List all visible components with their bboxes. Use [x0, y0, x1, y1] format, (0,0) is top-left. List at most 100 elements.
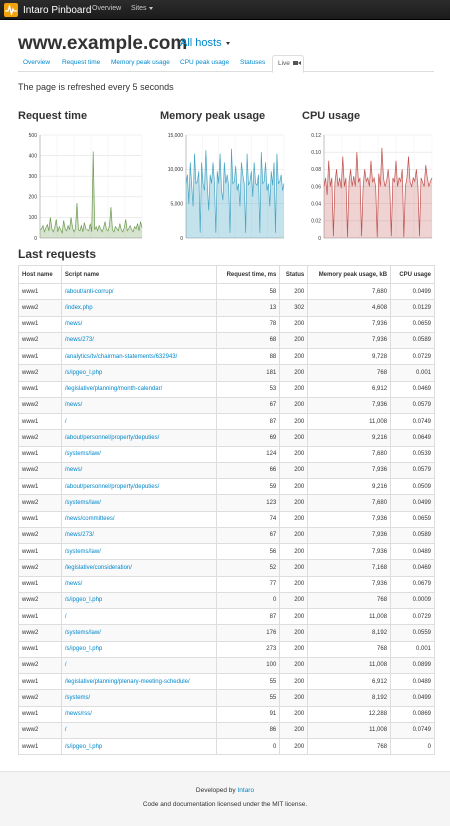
script-link[interactable]: /legislative/planning/plenary-meeting-sc…	[65, 679, 190, 685]
cell-cpu: 0.0869	[390, 705, 435, 723]
script-link[interactable]: /analytics/tv/chairman-statements/632943…	[65, 354, 177, 360]
nav-sites-dropdown[interactable]: Sites	[131, 5, 153, 12]
script-link[interactable]: /	[65, 419, 67, 425]
cell-status: 200	[279, 721, 309, 740]
table-row: www2/ 100 200 11,008 0.0899	[18, 656, 435, 675]
script-link[interactable]: /news/rss/	[65, 711, 92, 717]
cell-host: www1	[18, 705, 62, 723]
script-link[interactable]: /systems/law/	[65, 451, 101, 457]
cell-memory: 7,936	[307, 510, 392, 528]
cell-script: /news/	[60, 315, 218, 333]
footer-credit: Developed by Intaro	[0, 787, 450, 794]
script-link[interactable]: /systems/law/	[65, 630, 101, 636]
cell-status: 200	[279, 689, 309, 707]
script-link[interactable]: /legislative/consideration/	[65, 565, 132, 571]
tab-overview[interactable]: Overview	[18, 55, 55, 72]
nav-overview-link[interactable]: Overview	[92, 5, 121, 12]
cell-memory: 7,936	[307, 575, 392, 593]
cell-memory: 4,608	[307, 299, 392, 317]
cell-status: 200	[279, 607, 309, 626]
all-hosts-dropdown[interactable]: All hosts	[180, 37, 230, 49]
script-link[interactable]: /about/personnel/property/deputies/	[65, 435, 159, 441]
tab-request-time[interactable]: Request time	[57, 55, 105, 72]
table-row: www2/news/273/67 200 7,936 0.0589	[18, 526, 435, 545]
cell-status: 200	[279, 656, 309, 675]
cell-host: www2	[18, 494, 62, 512]
brand-link[interactable]: Intaro Pinboard	[4, 2, 91, 18]
script-link[interactable]: /index.php	[65, 305, 93, 311]
script-link[interactable]: /systems/law/	[65, 500, 101, 506]
y-tick-label: 0.06	[311, 184, 321, 190]
cell-script: /systems/law/	[60, 624, 218, 642]
cell-host: www2	[18, 429, 62, 447]
script-link[interactable]: /legislative/planning/month-calendar/	[65, 386, 162, 392]
y-tick-label: 400	[29, 153, 38, 159]
cell-memory: 7,936	[307, 526, 392, 545]
script-link[interactable]: /news/	[65, 321, 82, 327]
tab-statuses[interactable]: Statuses	[235, 55, 270, 72]
cell-status: 200	[279, 477, 309, 496]
tab-live[interactable]: Live	[272, 55, 304, 73]
cell-status: 200	[279, 429, 309, 447]
script-link[interactable]: /systems/	[65, 695, 90, 701]
cell-memory: 6,912	[307, 672, 392, 691]
y-tick-label: 200	[29, 195, 38, 201]
cell-script: /	[60, 412, 218, 431]
script-link[interactable]: /	[65, 614, 67, 620]
script-link[interactable]: /news/273/	[65, 337, 94, 343]
script-link[interactable]: /s/ipgeo_l.php	[65, 646, 102, 652]
script-link[interactable]: /news/	[65, 402, 82, 408]
cell-request-time: 74	[216, 510, 281, 528]
y-tick-label: 0.08	[311, 167, 321, 173]
y-tick-label: 5,000	[170, 201, 183, 207]
top-navbar: Intaro Pinboard Overview Sites	[0, 0, 450, 20]
tab-memory-peak-usage[interactable]: Memory peak usage	[106, 55, 175, 72]
last-requests-title: Last requests	[18, 247, 97, 261]
cell-script: /index.php	[60, 299, 218, 317]
script-link[interactable]: /about/anti-corrup/	[65, 289, 114, 295]
cell-memory: 768	[307, 591, 392, 610]
cell-cpu: 0.001	[390, 364, 435, 382]
cell-cpu: 0.0659	[390, 510, 435, 528]
script-link[interactable]: /s/ipgeo_l.php	[65, 597, 102, 603]
tab-cpu-peak-usage[interactable]: CPU peak usage	[175, 55, 234, 72]
cell-memory: 7,168	[307, 559, 392, 577]
footer: Developed by Intaro Code and documentati…	[0, 771, 450, 826]
script-link[interactable]: /news/	[65, 581, 82, 587]
cell-memory: 768	[307, 640, 392, 658]
script-link[interactable]: /systems/law/	[65, 549, 101, 555]
footer-developer-link[interactable]: Intaro	[237, 787, 254, 794]
cell-memory: 11,008	[307, 721, 392, 740]
cell-cpu: 0.0539	[390, 445, 435, 463]
table-row: www1/news/78 200 7,936 0.0659	[18, 315, 435, 333]
cell-script: /news/	[60, 396, 218, 415]
cell-memory: 9,216	[307, 429, 392, 447]
script-link[interactable]: /s/ipgeo_l.php	[65, 370, 102, 376]
cell-request-time: 176	[216, 624, 281, 642]
y-tick-label: 500	[29, 133, 38, 139]
table-row: www1/about/anti-corrup/58 200 7,680 0.0499	[18, 282, 435, 301]
cell-cpu: 0.001	[390, 640, 435, 658]
cell-cpu: 0.0649	[390, 429, 435, 447]
script-link[interactable]: /s/ipgeo_l.php	[65, 744, 102, 750]
script-link[interactable]: /news/	[65, 467, 82, 473]
refresh-note: The page is refreshed every 5 seconds	[18, 82, 174, 92]
y-tick-label: 0.02	[311, 219, 321, 225]
script-link[interactable]: /news/committees/	[65, 516, 115, 522]
script-link[interactable]: /news/273/	[65, 532, 94, 538]
cell-cpu: 0.0729	[390, 347, 435, 366]
table-row: www2/systems/law/123 200 7,680 0.0499	[18, 494, 435, 512]
script-link[interactable]: /	[65, 727, 67, 733]
table-row: www1/analytics/tv/chairman-statements/63…	[18, 347, 435, 366]
cell-request-time: 273	[216, 640, 281, 658]
cell-request-time: 59	[216, 477, 281, 496]
chevron-down-icon	[225, 41, 230, 45]
script-link[interactable]: /	[65, 662, 67, 668]
cell-script: /news/273/	[60, 331, 218, 350]
script-link[interactable]: /about/personnel/property/deputies/	[65, 484, 159, 490]
cell-memory: 11,008	[307, 607, 392, 626]
cell-memory: 6,912	[307, 380, 392, 398]
cell-status: 200	[279, 282, 309, 301]
cell-host: www2	[18, 396, 62, 415]
cell-script: /systems/law/	[60, 445, 218, 463]
